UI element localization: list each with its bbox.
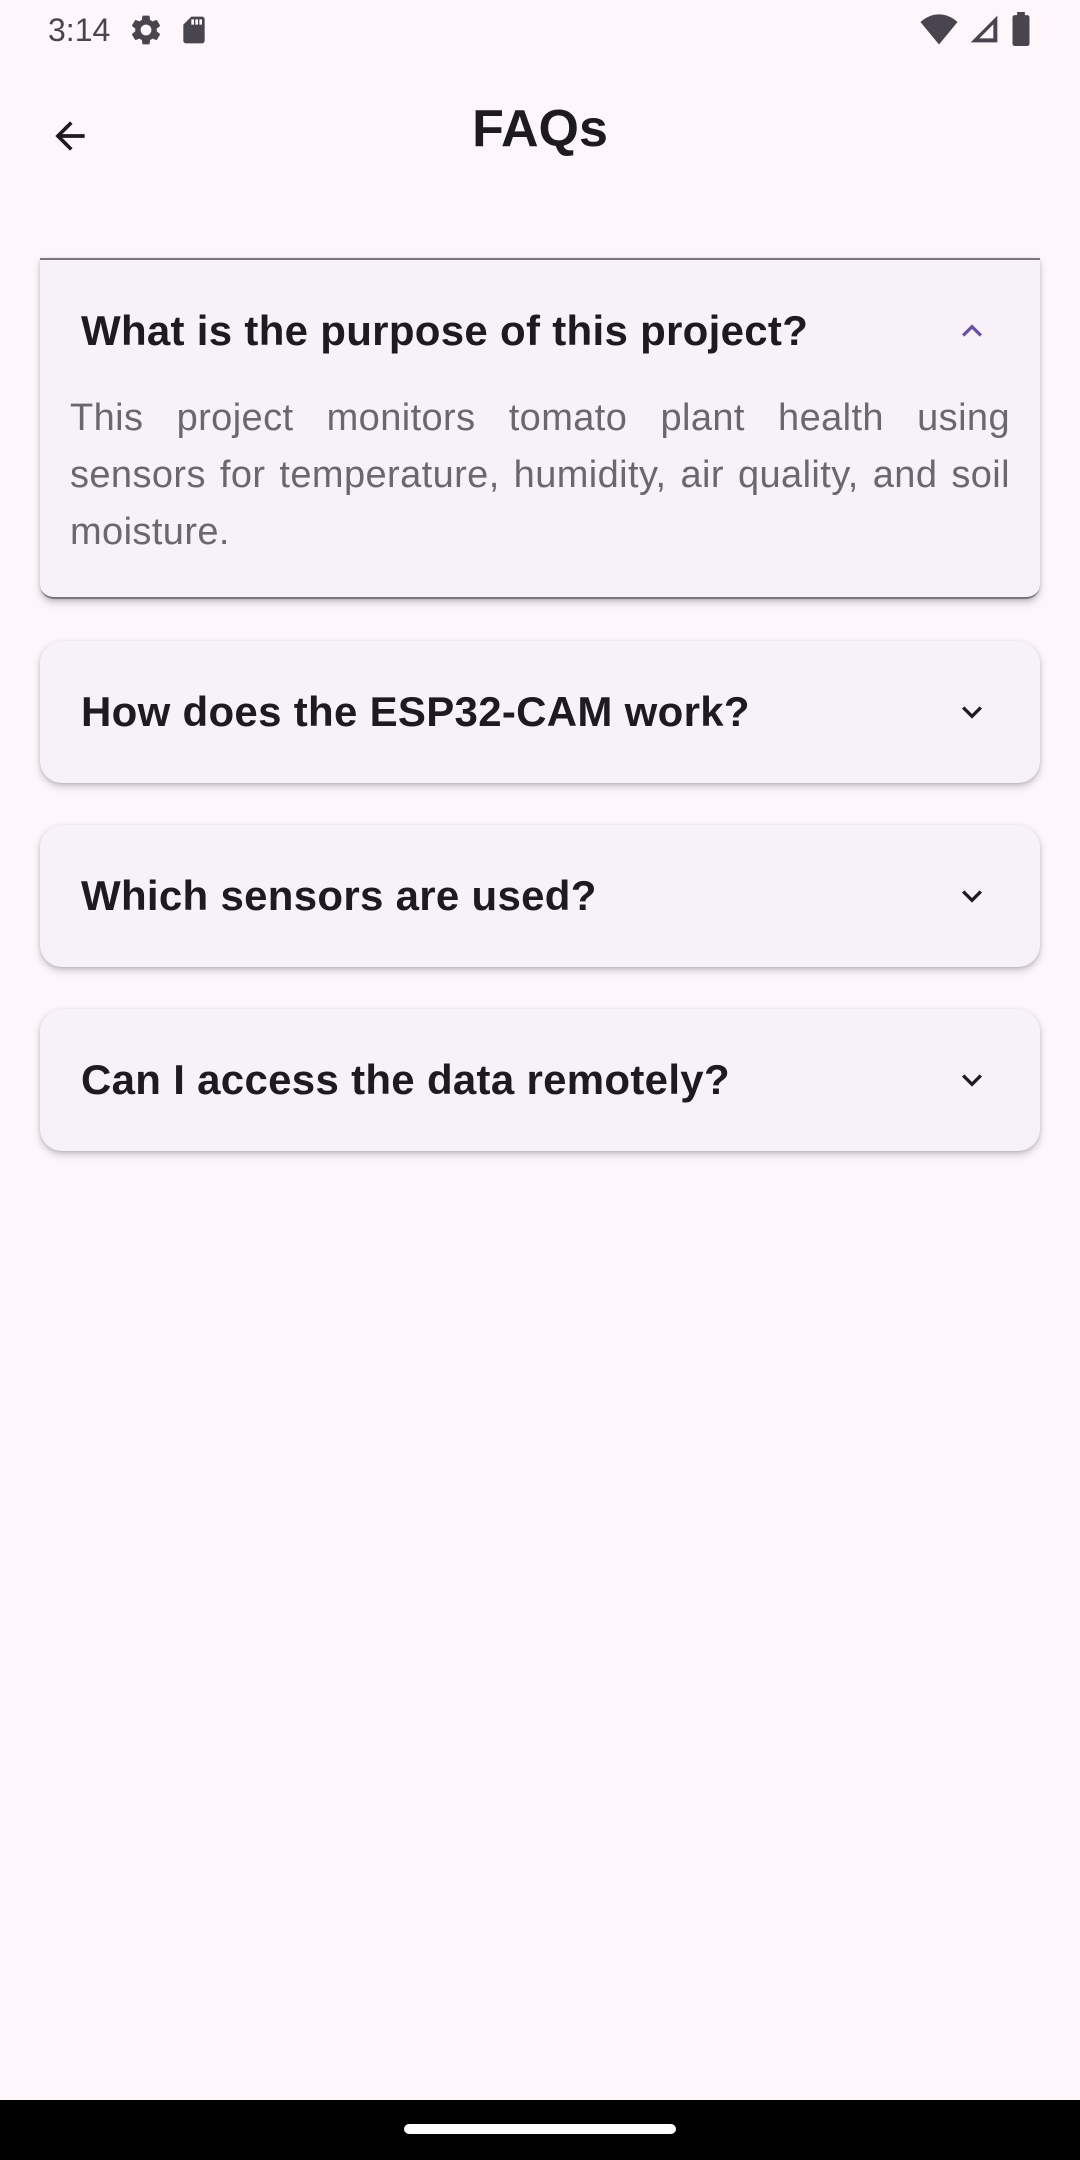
faq-item-remote: Can I access the data remotely? xyxy=(40,1009,1040,1151)
chevron-down-icon xyxy=(944,868,1000,924)
navigation-bar xyxy=(0,2100,1080,2160)
faq-question: How does the ESP32-CAM work? xyxy=(81,688,750,735)
faq-header-remote[interactable]: Can I access the data remotely? xyxy=(40,1009,1040,1151)
faq-question: What is the purpose of this project? xyxy=(81,307,809,354)
faq-header-purpose[interactable]: What is the purpose of this project? xyxy=(40,260,1040,402)
status-bar: 3:14 xyxy=(0,0,1080,60)
faq-list: What is the purpose of this project? Thi… xyxy=(40,258,1040,1193)
faq-question: Can I access the data remotely? xyxy=(81,1056,730,1103)
faq-header-sensors[interactable]: Which sensors are used? xyxy=(40,825,1040,967)
chevron-down-icon xyxy=(944,1052,1000,1108)
settings-gear-icon xyxy=(128,12,164,53)
battery-icon xyxy=(1010,12,1032,51)
faq-answer: This project monitors tomato plant healt… xyxy=(70,397,1010,553)
cell-signal-icon xyxy=(968,13,1000,50)
faq-item-sensors: Which sensors are used? xyxy=(40,825,1040,967)
chevron-up-icon xyxy=(944,303,1000,359)
faq-header-esp32[interactable]: How does the ESP32-CAM work? xyxy=(40,641,1040,783)
chevron-down-icon xyxy=(944,684,1000,740)
faq-item-purpose: What is the purpose of this project? Thi… xyxy=(40,258,1040,599)
app-bar: FAQs xyxy=(0,70,1080,190)
status-time: 3:14 xyxy=(48,12,111,48)
sd-card-icon xyxy=(178,14,210,51)
page-title: FAQs xyxy=(472,100,608,158)
home-handle[interactable] xyxy=(404,2124,676,2134)
faq-question: Which sensors are used? xyxy=(81,872,597,919)
faq-item-esp32: How does the ESP32-CAM work? xyxy=(40,641,1040,783)
status-left-icons xyxy=(128,12,210,53)
status-right-icons xyxy=(920,12,1032,51)
wifi-icon xyxy=(920,12,958,51)
